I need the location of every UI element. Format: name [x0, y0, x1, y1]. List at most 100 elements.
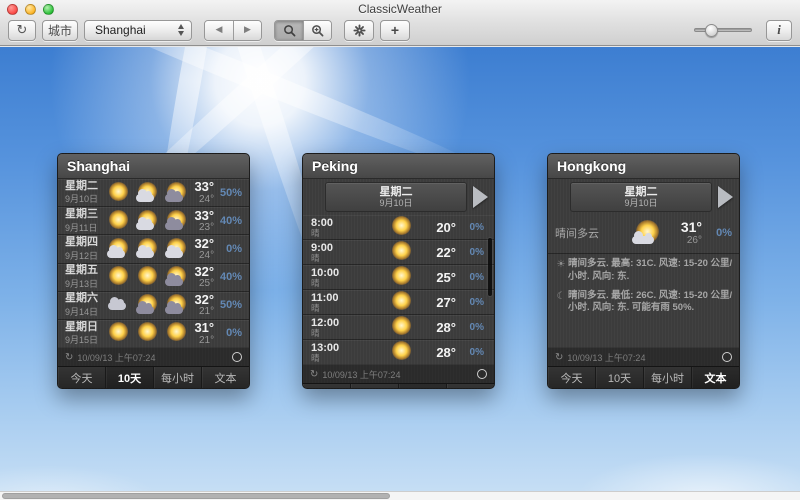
hour-row[interactable]: 13:00晴 28° 0% — [303, 340, 494, 364]
condition-label: 晴 — [311, 304, 376, 313]
night-forecast-text: 晴间多云. 最低: 26C. 风速: 15-20 公里/小时. 风向: 东. 可… — [568, 290, 733, 316]
city-list-button[interactable]: 城市 — [42, 20, 78, 41]
sun-icon — [105, 209, 132, 233]
refresh-icon[interactable]: ↻ — [555, 352, 563, 363]
precip-chance: 0% — [460, 347, 484, 358]
sun-bullet-icon: ☀ — [554, 258, 568, 284]
date-label: 9月12日 — [65, 249, 105, 262]
city-select-value: Shanghai — [95, 23, 175, 37]
high-temp: 33° — [190, 180, 214, 194]
hour-row[interactable]: 9:00晴 22° 0% — [303, 240, 494, 265]
condition-label: 晴间多云 — [555, 225, 630, 241]
precip-chance: 0% — [460, 322, 484, 333]
tab-text[interactable]: 文本 — [447, 384, 494, 389]
panel-title: Hongkong — [548, 154, 739, 179]
back-button[interactable]: ◀ — [205, 21, 233, 40]
date-label: 9月10日 — [65, 192, 105, 205]
forecast-row[interactable]: 星期三9月11日 33°23° 40% — [58, 207, 249, 235]
info-icon: i — [777, 22, 781, 38]
forecast-row[interactable]: 星期六9月14日 32°21° 50% — [58, 292, 249, 320]
day-selector: 星期二 9月10日 — [303, 179, 494, 215]
high-temp: 32° — [190, 293, 214, 307]
hour-row[interactable]: 8:00晴 20° 0% — [303, 215, 494, 240]
zoom-out-button[interactable] — [275, 21, 303, 40]
tab-10day[interactable]: 10天 — [351, 384, 399, 389]
city-select[interactable]: Shanghai — [84, 20, 192, 41]
partly-cloudy-icon — [163, 237, 190, 261]
date-label: 9月11日 — [65, 221, 105, 234]
hour-label: 13:00 — [311, 342, 376, 354]
high-temp: 31° — [190, 321, 214, 335]
tab-hourly[interactable]: 每小时 — [154, 367, 202, 388]
precip-chance: 0% — [460, 297, 484, 308]
cloudy-icon — [105, 293, 132, 317]
slider-knob[interactable] — [705, 24, 718, 37]
refresh-button[interactable]: ↻ — [8, 20, 36, 41]
sun-icon — [105, 321, 132, 345]
status-ring-icon[interactable] — [232, 352, 242, 362]
vertical-scrollbar-thumb[interactable] — [488, 238, 492, 296]
forecast-row[interactable]: 星期四9月12日 32°24° 0% — [58, 235, 249, 263]
horizontal-scrollbar[interactable] — [0, 491, 800, 500]
low-temp: 25° — [190, 279, 214, 289]
refresh-icon[interactable]: ↻ — [65, 352, 73, 363]
status-ring-icon[interactable] — [722, 352, 732, 362]
current-conditions-row: 晴间多云 31° 26° 0% — [548, 215, 739, 254]
sun-icon — [388, 215, 415, 239]
day-selector: 星期二 9月10日 — [548, 179, 739, 215]
hour-row[interactable]: 10:00晴 25° 0% — [303, 265, 494, 290]
panel-title: Peking — [303, 154, 494, 179]
mostly-cloudy-icon — [163, 293, 190, 317]
sun-icon — [388, 315, 415, 339]
refresh-icon[interactable]: ↻ — [310, 369, 318, 380]
tab-10day[interactable]: 10天 — [596, 367, 644, 388]
back-icon: ◀ — [216, 25, 223, 35]
day-selector-button[interactable]: 星期二 9月10日 — [570, 182, 712, 212]
day-label: 星期三 — [65, 208, 105, 221]
sun-icon — [388, 265, 415, 289]
tab-10day[interactable]: 10天 — [106, 367, 154, 388]
hour-label: 8:00 — [311, 217, 376, 229]
mostly-cloudy-icon — [163, 181, 190, 205]
next-day-arrow-icon[interactable] — [718, 186, 733, 208]
forecast-row[interactable]: 星期日9月15日 31°21° 0% — [58, 320, 249, 347]
tab-today[interactable]: 今天 — [548, 367, 596, 388]
forecast-row[interactable]: 星期五9月13日 32°25° 40% — [58, 264, 249, 292]
toolbar: ↻ 城市 Shanghai ◀ ▶ — [8, 18, 792, 42]
day-label: 星期五 — [65, 264, 105, 277]
tab-today[interactable]: 今天 — [58, 367, 106, 388]
sun-icon — [105, 265, 132, 289]
tab-text[interactable]: 文本 — [202, 367, 249, 388]
horizontal-scrollbar-thumb[interactable] — [2, 493, 390, 499]
add-city-button[interactable]: + — [380, 20, 410, 41]
partly-cloudy-icon — [134, 209, 161, 233]
sun-icon — [388, 340, 415, 364]
zoom-in-magnifier-icon — [311, 24, 324, 37]
settings-button[interactable] — [344, 20, 374, 41]
next-day-arrow-icon[interactable] — [473, 186, 488, 208]
zoom-in-button[interactable] — [303, 21, 331, 40]
forward-button[interactable]: ▶ — [233, 21, 261, 40]
tab-text[interactable]: 文本 — [692, 367, 739, 388]
status-ring-icon[interactable] — [477, 369, 487, 379]
high-temp: 32° — [190, 265, 214, 279]
night-forecast-block: ☾ 晴间多云. 最低: 26C. 风速: 15-20 公里/小时. 风向: 东.… — [554, 290, 733, 316]
hour-label: 9:00 — [311, 242, 376, 254]
hour-row[interactable]: 11:00晴 27° 0% — [303, 290, 494, 315]
last-updated: 10/09/13 上午07:24 — [322, 368, 477, 381]
condition-label: 晴 — [311, 254, 376, 263]
view-tabs: 今天 10天 每小时 文本 — [303, 383, 494, 389]
toolbar-right-group: i — [694, 20, 792, 41]
hour-row[interactable]: 12:00晴 28° 0% — [303, 315, 494, 340]
tab-hourly[interactable]: 每小时 — [644, 367, 692, 388]
hour-temp: 27° — [426, 295, 456, 310]
info-button[interactable]: i — [766, 20, 792, 41]
tab-hourly[interactable]: 每小时 — [399, 384, 447, 389]
day-selector-button[interactable]: 星期二 9月10日 — [325, 182, 467, 212]
sky-background: Shanghai 星期二9月10日 33°24° 50% 星期三9月11日 — [0, 47, 800, 500]
precip-chance: 0% — [460, 272, 484, 283]
moon-bullet-icon: ☾ — [554, 290, 568, 316]
opacity-slider[interactable] — [694, 28, 752, 32]
forecast-row[interactable]: 星期二9月10日 33°24° 50% — [58, 179, 249, 207]
tab-today[interactable]: 今天 — [303, 384, 351, 389]
